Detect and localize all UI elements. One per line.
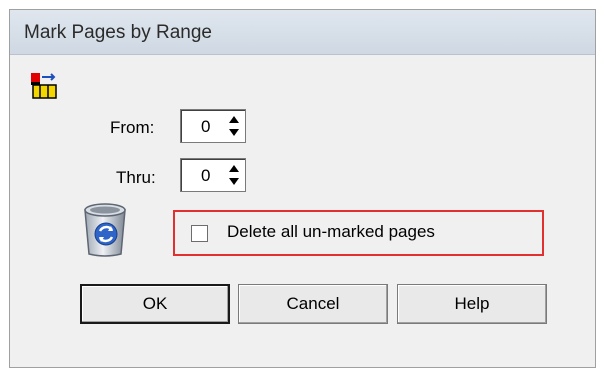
dialog-title: Mark Pages by Range (24, 22, 212, 43)
mark-pages-dialog: Mark Pages by Range From: 0 Thru: 0 Dele… (9, 9, 596, 368)
cancel-button[interactable]: Cancel (238, 284, 388, 324)
arrow-up-icon[interactable] (225, 112, 243, 126)
thru-value: 0 (201, 166, 211, 185)
thru-spinner (225, 161, 243, 189)
from-input[interactable]: 0 (180, 109, 246, 143)
help-button[interactable]: Help (397, 284, 547, 324)
ok-button[interactable]: OK (80, 284, 230, 324)
arrow-up-icon[interactable] (225, 161, 243, 175)
delete-unmarked-label: Delete all un-marked pages (227, 222, 435, 241)
mark-pages-icon (31, 73, 57, 99)
arrow-down-icon[interactable] (225, 175, 243, 189)
title-bar[interactable]: Mark Pages by Range (10, 10, 595, 55)
from-label: From: (110, 118, 155, 137)
arrow-down-icon[interactable] (225, 126, 243, 140)
delete-unmarked-option[interactable]: Delete all un-marked pages (173, 210, 544, 256)
from-value: 0 (201, 117, 211, 136)
thru-label: Thru: (116, 168, 156, 187)
delete-unmarked-checkbox[interactable] (191, 225, 208, 242)
thru-input[interactable]: 0 (180, 158, 246, 192)
recycle-bin-icon (84, 203, 126, 257)
from-spinner (225, 112, 243, 140)
